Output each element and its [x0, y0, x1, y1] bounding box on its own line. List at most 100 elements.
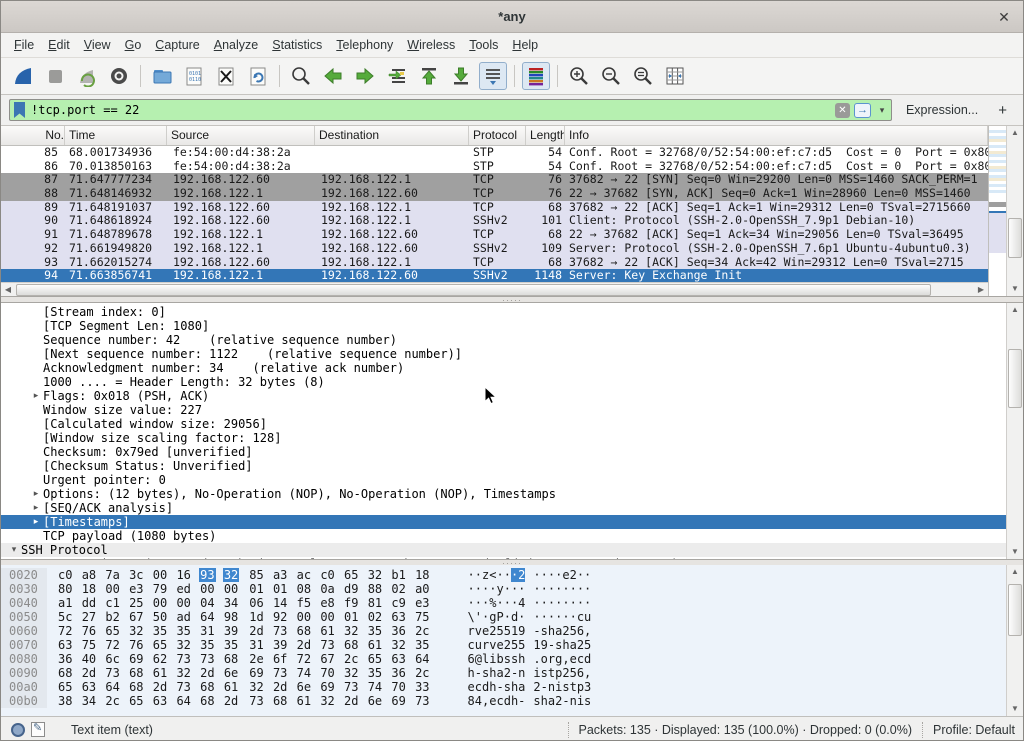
menu-edit[interactable]: Edit	[41, 35, 77, 55]
detail-line[interactable]: Acknowledgment number: 34 (relative ack …	[1, 361, 1006, 375]
hex-byte[interactable]: 35	[367, 624, 383, 638]
hex-byte[interactable]: 79	[152, 582, 168, 596]
ascii-char[interactable]: @	[475, 652, 482, 666]
packet-list-hscrollbar[interactable]: ◀ ▶	[1, 282, 988, 296]
hex-byte[interactable]: c0	[57, 568, 73, 582]
hex-byte[interactable]: 70	[390, 680, 406, 694]
filter-apply-icon[interactable]: →	[854, 103, 871, 118]
ascii-char[interactable]: r	[468, 624, 475, 638]
hex-byte[interactable]: 68	[128, 680, 144, 694]
column-header-source[interactable]: Source	[167, 126, 315, 145]
hex-byte[interactable]: 98	[223, 610, 239, 624]
collapsed-expander-icon[interactable]: ▸	[29, 389, 43, 403]
ascii-char[interactable]: s	[541, 666, 548, 680]
hex-byte[interactable]: 2e	[248, 652, 264, 666]
ascii-char[interactable]: a	[518, 680, 525, 694]
start-capture-button[interactable]	[9, 62, 37, 90]
hex-byte[interactable]: 64	[199, 610, 215, 624]
ascii-char[interactable]: ·	[541, 596, 548, 610]
hex-byte[interactable]: 73	[104, 666, 120, 680]
packet-row-86[interactable]: 8670.013850163fe:54:00:d4:38:2aSTP54Conf…	[1, 160, 988, 174]
hex-byte[interactable]: 00	[223, 582, 239, 596]
hex-byte[interactable]: a8	[81, 568, 97, 582]
column-header-info[interactable]: Info	[565, 126, 988, 145]
ascii-char[interactable]: 1	[533, 638, 540, 652]
column-header-no[interactable]: No.	[1, 126, 65, 145]
ascii-char[interactable]: ·	[475, 596, 482, 610]
hex-byte[interactable]: 2c	[414, 666, 430, 680]
hex-byte[interactable]: 92	[272, 610, 288, 624]
hex-byte[interactable]: 65	[343, 568, 359, 582]
ascii-char[interactable]: \	[468, 610, 475, 624]
ascii-char[interactable]: s	[504, 652, 511, 666]
packet-list-vscrollbar[interactable]: ▲ ▼	[1006, 126, 1023, 296]
ascii-char[interactable]: -	[533, 624, 540, 638]
detail-line[interactable]: ▸[SEQ/ACK analysis]	[1, 501, 1006, 515]
ascii-char[interactable]: 9	[541, 638, 548, 652]
go-to-packet-button[interactable]	[383, 62, 411, 90]
hex-byte[interactable]: 2d	[81, 666, 97, 680]
ascii-char[interactable]: s	[504, 680, 511, 694]
hex-byte[interactable]: e3	[414, 596, 430, 610]
add-filter-button[interactable]: +	[992, 102, 1013, 119]
detail-line[interactable]: Window size value: 227	[1, 403, 1006, 417]
expert-info-icon[interactable]	[11, 723, 25, 737]
vscroll-thumb[interactable]	[1008, 218, 1022, 258]
ascii-char[interactable]: 4	[475, 694, 482, 708]
packet-row-91[interactable]: 9171.648789678192.168.122.1192.168.122.6…	[1, 228, 988, 242]
hex-byte[interactable]: 00	[199, 582, 215, 596]
detail-line[interactable]: Checksum: 0x79ed [unverified]	[1, 445, 1006, 459]
hex-byte[interactable]: 2c	[414, 624, 430, 638]
hex-byte[interactable]: 32	[390, 638, 406, 652]
hex-byte[interactable]: 2c	[104, 694, 120, 708]
hex-byte[interactable]: 00	[104, 582, 120, 596]
ascii-char[interactable]: -	[541, 680, 548, 694]
hex-byte[interactable]: 65	[57, 680, 73, 694]
vscroll-track[interactable]	[1007, 140, 1023, 282]
ascii-char[interactable]: c	[468, 638, 475, 652]
collapsed-expander-icon[interactable]: ▸	[29, 501, 43, 515]
hex-byte[interactable]: 68	[296, 624, 312, 638]
hex-byte[interactable]: 35	[223, 638, 239, 652]
ascii-char[interactable]: u	[475, 638, 482, 652]
resize-columns-button[interactable]	[661, 62, 689, 90]
hex-row-0040[interactable]: 0040a1 dd c1 25 00 00 04 3406 14 f5 e8 f…	[1, 596, 1006, 610]
hex-byte[interactable]: 63	[152, 694, 168, 708]
ascii-char[interactable]: ·	[570, 610, 577, 624]
hex-byte[interactable]: 2d	[199, 666, 215, 680]
scroll-up-icon[interactable]: ▲	[1007, 565, 1023, 579]
hex-byte[interactable]: c0	[319, 568, 335, 582]
hex-byte[interactable]: 76	[81, 624, 97, 638]
auto-scroll-toggle[interactable]	[479, 62, 507, 90]
packet-row-88[interactable]: 8871.648146932192.168.122.1192.168.122.6…	[1, 187, 988, 201]
hex-byte[interactable]: 35	[199, 638, 215, 652]
hex-byte[interactable]: 64	[175, 694, 191, 708]
ascii-char[interactable]: -	[518, 694, 525, 708]
hex-byte[interactable]: 73	[272, 666, 288, 680]
hex-byte[interactable]: 36	[390, 624, 406, 638]
hex-byte[interactable]: 61	[319, 624, 335, 638]
ascii-char[interactable]: e	[570, 652, 577, 666]
ascii-char[interactable]: ·	[541, 582, 548, 596]
ascii-char[interactable]: ·	[475, 568, 482, 582]
hex-byte[interactable]: 61	[223, 680, 239, 694]
ascii-char[interactable]: h	[468, 666, 475, 680]
save-file-button[interactable]: 01010110	[180, 62, 208, 90]
ascii-char[interactable]: d	[504, 694, 511, 708]
hex-byte[interactable]: 72	[104, 638, 120, 652]
ascii-char[interactable]: h	[562, 638, 569, 652]
packet-row-90[interactable]: 9071.648618924192.168.122.60192.168.122.…	[1, 214, 988, 228]
hex-byte[interactable]: 65	[104, 624, 120, 638]
hex-byte[interactable]: 6e	[367, 694, 383, 708]
hex-byte[interactable]: 2d	[248, 624, 264, 638]
expanded-expander-icon[interactable]: ▾	[7, 543, 21, 557]
detail-line[interactable]: Urgent pointer: 0	[1, 473, 1006, 487]
ascii-char[interactable]: 8	[468, 694, 475, 708]
hex-byte[interactable]: 2d	[272, 680, 288, 694]
hex-byte[interactable]: 0a	[319, 582, 335, 596]
hex-byte[interactable]: 69	[248, 666, 264, 680]
hex-byte[interactable]: 68	[272, 694, 288, 708]
ascii-char[interactable]: y	[496, 582, 503, 596]
hex-byte[interactable]: 04	[199, 596, 215, 610]
hex-byte[interactable]: 08	[296, 582, 312, 596]
